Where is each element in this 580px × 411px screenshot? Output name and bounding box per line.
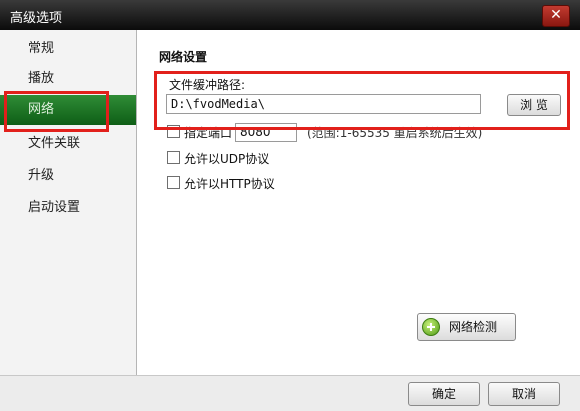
sidebar-item-upgrade[interactable]: 升级 (0, 161, 136, 191)
cancel-button[interactable]: 取消 (488, 382, 560, 406)
udp-checkbox[interactable] (167, 151, 180, 164)
highlight-box-nav (4, 91, 109, 132)
title-bar: 高级选项 ✕ (0, 0, 580, 30)
dialog-footer: 确定 取消 (0, 375, 580, 411)
section-title: 网络设置 (159, 50, 208, 64)
plus-circle-icon (422, 318, 440, 336)
sidebar-item-file-association[interactable]: 文件关联 (0, 129, 136, 159)
highlight-box-path (154, 71, 570, 130)
close-button[interactable]: ✕ (542, 5, 570, 27)
sidebar: 常规 播放 网络 文件关联 升级 启动设置 (0, 30, 137, 375)
http-label: 允许以HTTP协议 (184, 177, 275, 191)
sidebar-item-playback[interactable]: 播放 (0, 64, 136, 94)
sidebar-item-startup[interactable]: 启动设置 (0, 193, 136, 223)
udp-label: 允许以UDP协议 (184, 152, 270, 166)
sidebar-item-general[interactable]: 常规 (0, 34, 136, 64)
network-check-button[interactable]: 网络检测 (417, 313, 516, 341)
window-title: 高级选项 (10, 11, 63, 26)
network-check-label: 网络检测 (449, 320, 498, 334)
ok-button[interactable]: 确定 (408, 382, 480, 406)
close-icon: ✕ (550, 7, 562, 23)
dialog-body: 常规 播放 网络 文件关联 升级 启动设置 网络设置 文件缓冲路径: D:\fv… (0, 30, 580, 411)
http-checkbox[interactable] (167, 176, 180, 189)
